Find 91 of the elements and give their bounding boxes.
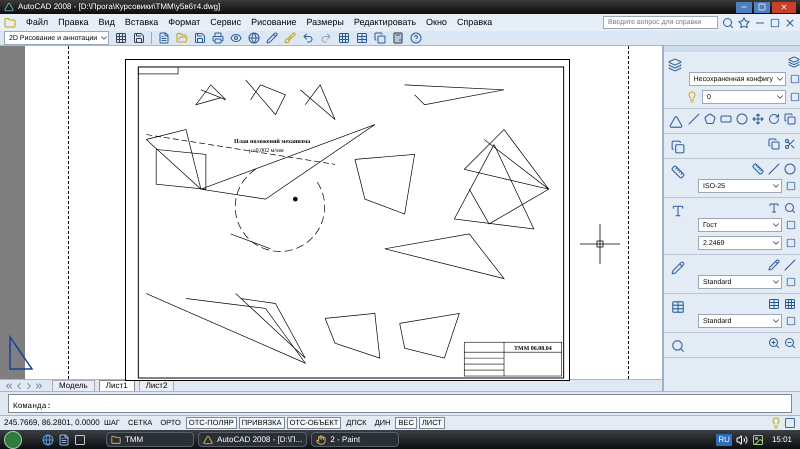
block-icon[interactable]: [768, 138, 780, 150]
menu-item[interactable]: Файл: [26, 16, 48, 30]
polygon-icon[interactable]: [704, 113, 716, 125]
menu-item[interactable]: Редактировать: [354, 16, 416, 30]
undo-icon[interactable]: [302, 32, 314, 44]
doc-close-icon[interactable]: [784, 16, 796, 28]
panel-icon[interactable]: [671, 300, 685, 314]
app-logo-icon: [4, 2, 14, 12]
window-title: AutoCAD 2008 - [D:\Прога\Курсовики\ТММ\у5в6т4.dwg]: [18, 1, 220, 13]
window-app-icon: [111, 434, 121, 444]
coordinates: 245.7669, 86.2801, 0.0000: [4, 417, 99, 429]
save-icon[interactable]: [194, 32, 206, 44]
window-app-icon: [203, 434, 213, 444]
menu-item[interactable]: Сервис: [210, 16, 242, 30]
rotate-icon[interactable]: [768, 113, 780, 125]
new-file-icon[interactable]: [158, 32, 170, 44]
panel-icon[interactable]: [671, 140, 685, 154]
menu-item[interactable]: Размеры: [306, 16, 344, 30]
layout-tab[interactable]: Модель: [52, 380, 95, 391]
move-icon[interactable]: [752, 113, 764, 125]
panel-icon[interactable]: [669, 115, 683, 129]
close-icon: [780, 3, 788, 11]
properties-icon[interactable]: [786, 316, 796, 326]
layers-icon[interactable]: [788, 56, 800, 68]
copy-icon[interactable]: [374, 32, 386, 44]
aligned-dimension-icon[interactable]: [768, 163, 780, 175]
doc-restore-icon[interactable]: [770, 18, 780, 28]
circle-icon[interactable]: [736, 113, 748, 125]
properties-icon[interactable]: [786, 277, 796, 287]
menu-item[interactable]: Вставка: [124, 16, 158, 30]
pencil-icon[interactable]: [266, 32, 278, 44]
grid-icon[interactable]: [338, 32, 350, 44]
panel-icon[interactable]: [671, 339, 685, 353]
leader-line-icon[interactable]: [784, 259, 796, 271]
copy-icon[interactable]: [784, 113, 796, 125]
table-icon[interactable]: [768, 298, 780, 310]
browser-icon[interactable]: [42, 434, 54, 446]
radius-icon[interactable]: [784, 163, 796, 175]
calculator-icon[interactable]: [392, 32, 404, 44]
window-icon[interactable]: [74, 434, 86, 446]
scissors-icon[interactable]: [784, 138, 796, 150]
taskbar-window[interactable]: 2 - Paint: [311, 432, 400, 447]
minimize-button[interactable]: [736, 2, 752, 12]
menu-item[interactable]: Окно: [426, 16, 447, 30]
menu-item[interactable]: Рисование: [251, 16, 296, 30]
properties-icon[interactable]: [786, 181, 796, 191]
menu-item[interactable]: Формат: [168, 16, 200, 30]
clean-screen-icon[interactable]: [784, 417, 796, 429]
dimension-icon[interactable]: [752, 163, 764, 175]
search-icon[interactable]: [784, 202, 796, 214]
star-icon[interactable]: [738, 16, 750, 28]
zoom-out-icon[interactable]: [784, 337, 796, 349]
maximize-button[interactable]: [754, 2, 770, 12]
search-icon[interactable]: [722, 16, 734, 28]
window-app-icon: [316, 434, 326, 444]
zoom-in-icon[interactable]: [768, 337, 780, 349]
help-icon[interactable]: [410, 32, 422, 44]
start-button[interactable]: [4, 430, 22, 448]
clock: 15:01: [770, 434, 793, 446]
grid-icon[interactable]: [784, 298, 796, 310]
panel-icon[interactable]: [668, 58, 682, 72]
line-icon[interactable]: [688, 113, 700, 125]
panel-icon[interactable]: [671, 165, 685, 179]
preview-icon[interactable]: [230, 32, 242, 44]
layout-tab[interactable]: Лист2: [138, 380, 174, 391]
workspace-icon[interactable]: [115, 32, 127, 44]
panel-icon[interactable]: [671, 261, 685, 275]
leader-icon[interactable]: [768, 259, 780, 271]
menu-item[interactable]: Правка: [58, 16, 89, 30]
table-icon[interactable]: [356, 32, 368, 44]
crosshair-cursor: [580, 224, 620, 264]
command-prompt: Команда:: [13, 402, 52, 412]
print-icon[interactable]: [212, 32, 224, 44]
close-button[interactable]: [772, 2, 796, 12]
last-tab-icon[interactable]: [34, 380, 44, 390]
volume-icon[interactable]: [736, 434, 748, 446]
rectangle-icon[interactable]: [720, 113, 732, 125]
globe-icon[interactable]: [248, 32, 260, 44]
text-icon[interactable]: [768, 202, 780, 214]
layout-tab[interactable]: Лист1: [98, 380, 135, 391]
panel-icon[interactable]: [671, 204, 685, 218]
menu-item[interactable]: Вид: [98, 16, 115, 30]
taskbar-window[interactable]: ТММ: [106, 432, 194, 447]
ucs-icon: [8, 335, 34, 371]
save-workspace-icon[interactable]: [133, 32, 145, 44]
taskbar-window[interactable]: AutoCAD 2008 - [D:\П...: [198, 432, 308, 447]
first-tab-icon[interactable]: [4, 380, 14, 390]
document-icon[interactable]: [58, 434, 70, 446]
maximize-icon: [758, 3, 766, 11]
menu-item[interactable]: Справка: [456, 16, 492, 30]
language-indicator[interactable]: RU: [716, 434, 732, 446]
